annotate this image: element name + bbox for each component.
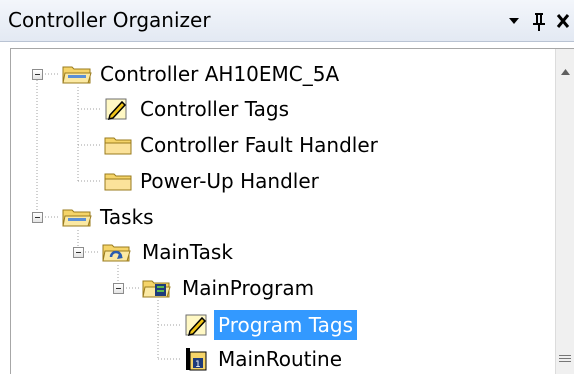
folder-icon [104, 132, 132, 156]
tag-edit-icon [104, 96, 130, 121]
tree-item-program-tags[interactable]: Program Tags [214, 310, 358, 340]
collapse-toggle-maintask[interactable] [73, 247, 84, 258]
task-cycle-icon [102, 239, 131, 263]
program-folder-icon [142, 275, 171, 299]
scroll-up-arrow-icon[interactable] [560, 61, 571, 80]
tree-item-fault-handler[interactable]: Controller Fault Handler [136, 130, 382, 160]
folder-open-icon [62, 204, 92, 228]
collapse-toggle-tasks[interactable] [32, 212, 43, 223]
tree-item-powerup-handler[interactable]: Power-Up Handler [136, 166, 323, 196]
vertical-scrollbar[interactable] [555, 49, 574, 374]
routine-ladder-icon: 1 [184, 346, 210, 371]
folder-open-icon [62, 61, 92, 85]
scroll-grip-icon[interactable] [559, 349, 571, 368]
folder-icon [104, 168, 132, 192]
tag-edit-icon [184, 312, 210, 337]
tree-item-mainprogram[interactable]: MainProgram [178, 273, 318, 303]
tree-item-tasks[interactable]: Tasks [96, 202, 158, 232]
controller-organizer-panel: Controller Organizer Controller AH10EMC_… [0, 0, 574, 374]
tree-item-maintask[interactable]: MainTask [138, 237, 237, 267]
svg-text:1: 1 [195, 360, 201, 370]
tree-item-controller[interactable]: Controller AH10EMC_5A [96, 59, 343, 89]
collapse-toggle-controller[interactable] [32, 69, 43, 80]
collapse-toggle-mainprogram[interactable] [113, 283, 124, 294]
tree-item-mainroutine[interactable]: MainRoutine [214, 344, 346, 374]
tree-item-controller-tags[interactable]: Controller Tags [136, 94, 293, 124]
